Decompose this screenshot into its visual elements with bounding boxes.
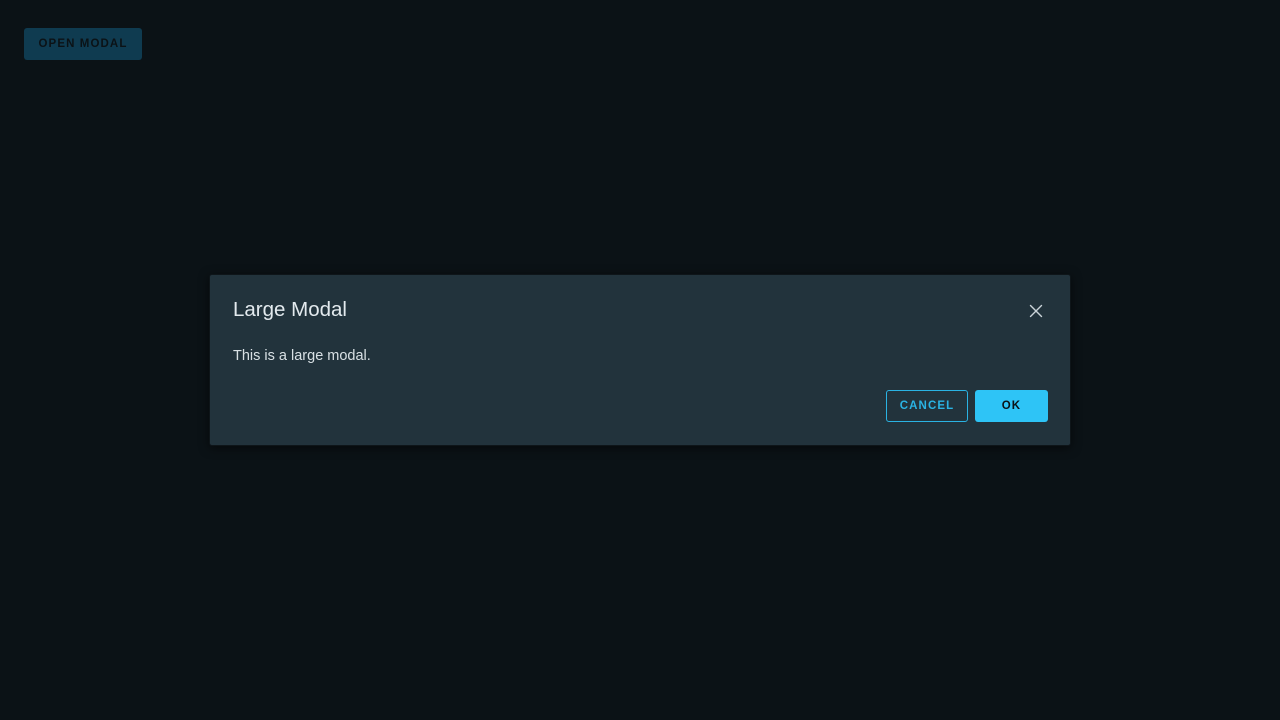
close-button[interactable] bbox=[1024, 299, 1048, 323]
modal-dialog: Large Modal This is a large modal. CANCE… bbox=[209, 274, 1071, 446]
open-modal-button[interactable]: OPEN MODAL bbox=[24, 28, 142, 60]
cancel-button[interactable]: CANCEL bbox=[886, 390, 968, 422]
ok-button[interactable]: OK bbox=[975, 390, 1048, 422]
close-icon bbox=[1029, 304, 1043, 318]
modal-title: Large Modal bbox=[233, 298, 347, 321]
page: OPEN MODAL Large Modal This is a large m… bbox=[0, 0, 1280, 720]
modal-body-text: This is a large modal. bbox=[233, 348, 371, 364]
